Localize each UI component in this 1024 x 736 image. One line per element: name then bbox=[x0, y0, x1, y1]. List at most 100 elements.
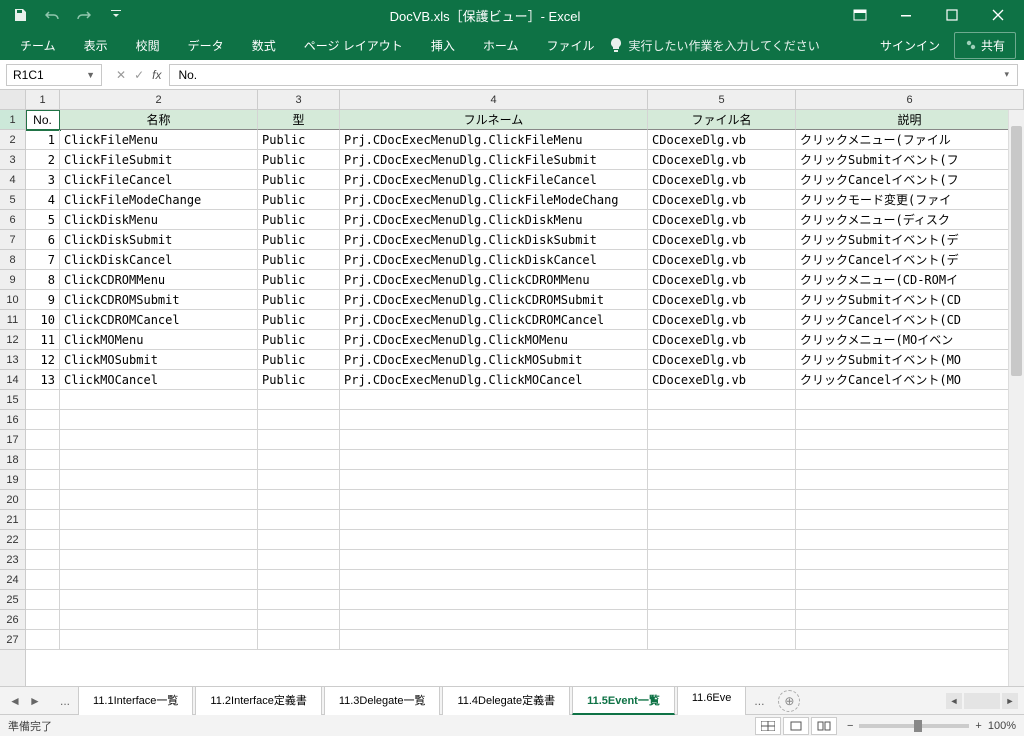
row-header[interactable]: 21 bbox=[0, 510, 25, 530]
empty-cell[interactable] bbox=[796, 530, 1024, 550]
row-header[interactable]: 1 bbox=[0, 110, 25, 130]
data-cell[interactable]: CDocexeDlg.vb bbox=[648, 330, 796, 350]
data-cell[interactable]: CDocexeDlg.vb bbox=[648, 190, 796, 210]
empty-cell[interactable] bbox=[340, 390, 648, 410]
close-button[interactable] bbox=[978, 1, 1018, 29]
data-cell[interactable]: クリックメニュー(ディスク bbox=[796, 210, 1024, 230]
header-cell[interactable]: ファイル名 bbox=[648, 110, 796, 130]
data-cell[interactable]: Public bbox=[258, 170, 340, 190]
row-header[interactable]: 27 bbox=[0, 630, 25, 650]
empty-cell[interactable] bbox=[26, 570, 60, 590]
ribbon-options-button[interactable] bbox=[840, 1, 880, 29]
data-cell[interactable]: Prj.CDocExecMenuDlg.ClickCDROMSubmit bbox=[340, 290, 648, 310]
empty-cell[interactable] bbox=[340, 550, 648, 570]
empty-cell[interactable] bbox=[340, 510, 648, 530]
data-cell[interactable]: Public bbox=[258, 230, 340, 250]
row-header[interactable]: 4 bbox=[0, 170, 25, 190]
sheet-nav-next[interactable]: ► bbox=[26, 694, 44, 708]
minimize-button[interactable] bbox=[886, 1, 926, 29]
empty-cell[interactable] bbox=[340, 430, 648, 450]
data-cell[interactable]: Prj.CDocExecMenuDlg.ClickFileCancel bbox=[340, 170, 648, 190]
data-cell[interactable]: Prj.CDocExecMenuDlg.ClickMOMenu bbox=[340, 330, 648, 350]
zoom-in-button[interactable]: + bbox=[975, 720, 981, 732]
empty-cell[interactable] bbox=[26, 630, 60, 650]
data-cell[interactable]: 1 bbox=[26, 130, 60, 150]
view-page-layout-button[interactable] bbox=[783, 717, 809, 735]
empty-cell[interactable] bbox=[648, 450, 796, 470]
row-header[interactable]: 25 bbox=[0, 590, 25, 610]
empty-cell[interactable] bbox=[796, 410, 1024, 430]
header-cell[interactable]: No. bbox=[26, 110, 60, 130]
empty-cell[interactable] bbox=[60, 590, 258, 610]
data-cell[interactable]: Prj.CDocExecMenuDlg.ClickFileSubmit bbox=[340, 150, 648, 170]
empty-cell[interactable] bbox=[26, 530, 60, 550]
empty-cell[interactable] bbox=[26, 510, 60, 530]
fx-button[interactable]: fx bbox=[152, 68, 161, 82]
data-cell[interactable]: クリックSubmitイベント(CD bbox=[796, 290, 1024, 310]
data-cell[interactable]: Prj.CDocExecMenuDlg.ClickCDROMMenu bbox=[340, 270, 648, 290]
empty-cell[interactable] bbox=[60, 490, 258, 510]
data-cell[interactable]: CDocexeDlg.vb bbox=[648, 210, 796, 230]
data-cell[interactable]: CDocexeDlg.vb bbox=[648, 250, 796, 270]
data-cell[interactable]: ClickMOSubmit bbox=[60, 350, 258, 370]
scrollbar-thumb[interactable] bbox=[1011, 126, 1022, 376]
row-header[interactable]: 12 bbox=[0, 330, 25, 350]
ribbon-tab-2[interactable]: 挿入 bbox=[419, 31, 467, 60]
data-cell[interactable]: CDocexeDlg.vb bbox=[648, 270, 796, 290]
header-cell[interactable]: 説明 bbox=[796, 110, 1024, 130]
data-cell[interactable]: 8 bbox=[26, 270, 60, 290]
empty-cell[interactable] bbox=[648, 430, 796, 450]
empty-cell[interactable] bbox=[26, 590, 60, 610]
empty-cell[interactable] bbox=[258, 630, 340, 650]
empty-cell[interactable] bbox=[60, 450, 258, 470]
data-cell[interactable]: クリックCancelイベント(CD bbox=[796, 310, 1024, 330]
data-cell[interactable]: Public bbox=[258, 370, 340, 390]
empty-cell[interactable] bbox=[796, 590, 1024, 610]
data-cell[interactable]: ClickFileMenu bbox=[60, 130, 258, 150]
row-header[interactable]: 18 bbox=[0, 450, 25, 470]
empty-cell[interactable] bbox=[60, 470, 258, 490]
empty-cell[interactable] bbox=[340, 410, 648, 430]
row-header[interactable]: 23 bbox=[0, 550, 25, 570]
empty-cell[interactable] bbox=[648, 510, 796, 530]
data-cell[interactable]: Public bbox=[258, 250, 340, 270]
data-cell[interactable]: 2 bbox=[26, 150, 60, 170]
empty-cell[interactable] bbox=[26, 450, 60, 470]
ribbon-tab-1[interactable]: ホーム bbox=[471, 31, 531, 60]
empty-cell[interactable] bbox=[340, 470, 648, 490]
data-cell[interactable]: クリックモード変更(ファイ bbox=[796, 190, 1024, 210]
redo-button[interactable] bbox=[70, 3, 98, 27]
empty-cell[interactable] bbox=[26, 490, 60, 510]
empty-cell[interactable] bbox=[60, 510, 258, 530]
empty-cell[interactable] bbox=[796, 550, 1024, 570]
data-cell[interactable]: ClickCDROMCancel bbox=[60, 310, 258, 330]
data-cell[interactable]: 3 bbox=[26, 170, 60, 190]
empty-cell[interactable] bbox=[648, 630, 796, 650]
row-header[interactable]: 13 bbox=[0, 350, 25, 370]
empty-cell[interactable] bbox=[26, 610, 60, 630]
empty-cell[interactable] bbox=[258, 570, 340, 590]
data-cell[interactable]: Prj.CDocExecMenuDlg.ClickDiskSubmit bbox=[340, 230, 648, 250]
data-cell[interactable]: クリックSubmitイベント(デ bbox=[796, 230, 1024, 250]
row-header[interactable]: 20 bbox=[0, 490, 25, 510]
row-header[interactable]: 24 bbox=[0, 570, 25, 590]
row-header[interactable]: 16 bbox=[0, 410, 25, 430]
data-cell[interactable]: ClickDiskMenu bbox=[60, 210, 258, 230]
sign-in-button[interactable]: サインイン bbox=[870, 31, 950, 60]
enter-formula-button[interactable]: ✓ bbox=[134, 68, 144, 82]
hscroll-track[interactable] bbox=[964, 693, 1000, 709]
empty-cell[interactable] bbox=[796, 470, 1024, 490]
sheet-tab[interactable]: 11.1Interface一覧 bbox=[78, 686, 193, 715]
data-cell[interactable]: クリックCancelイベント(デ bbox=[796, 250, 1024, 270]
data-cell[interactable]: CDocexeDlg.vb bbox=[648, 150, 796, 170]
zoom-slider[interactable] bbox=[859, 724, 969, 728]
header-cell[interactable]: フルネーム bbox=[340, 110, 648, 130]
data-cell[interactable]: Prj.CDocExecMenuDlg.ClickFileMenu bbox=[340, 130, 648, 150]
empty-cell[interactable] bbox=[26, 550, 60, 570]
empty-cell[interactable] bbox=[258, 510, 340, 530]
header-cell[interactable]: 型 bbox=[258, 110, 340, 130]
empty-cell[interactable] bbox=[60, 550, 258, 570]
data-cell[interactable]: CDocexeDlg.vb bbox=[648, 290, 796, 310]
select-all-corner[interactable] bbox=[0, 90, 26, 109]
empty-cell[interactable] bbox=[648, 550, 796, 570]
